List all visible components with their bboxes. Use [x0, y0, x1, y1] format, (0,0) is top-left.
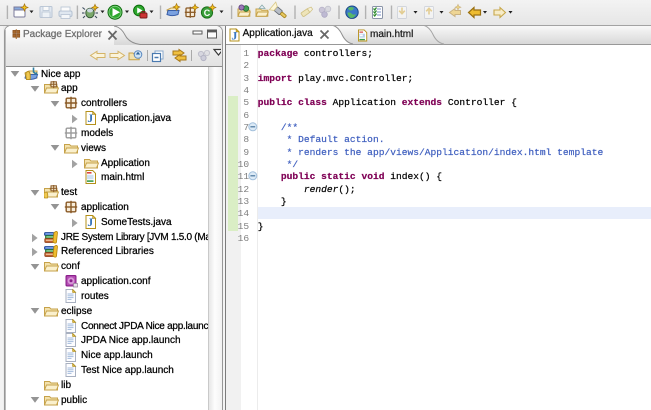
svg-text:J: J	[231, 29, 237, 43]
svg-text:J: J	[87, 113, 93, 125]
svg-text:J: J	[87, 217, 93, 229]
svg-text:C: C	[204, 8, 211, 18]
